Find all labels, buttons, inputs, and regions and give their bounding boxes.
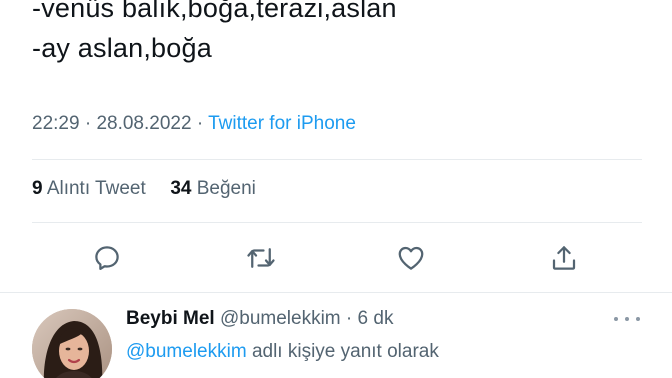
tweet-line-1: -venüs balık,boğa,terazi,aslan <box>32 0 397 23</box>
tweet-detail-view: -venüs balık,boğa,terazi,aslan -ay aslan… <box>0 0 672 378</box>
reply-tweet[interactable]: Beybi Mel @bumelekkim · 6 dk @bumelekkim… <box>0 293 672 378</box>
tweet-time: 22:29 <box>32 113 80 134</box>
reply-separator: · <box>345 308 353 329</box>
share-button[interactable] <box>546 240 582 276</box>
tweet-line-2: -ay aslan,boğa <box>32 33 212 63</box>
more-options-button[interactable] <box>614 311 640 327</box>
divider <box>32 222 642 223</box>
reply-icon <box>95 246 119 270</box>
replying-to: @bumelekkim adlı kişiye yanıt olarak <box>126 341 439 363</box>
quote-tweets-link[interactable]: 9 Alıntı Tweet <box>32 178 151 199</box>
retweet-icon <box>247 248 275 268</box>
like-label: Beğeni <box>196 178 256 199</box>
avatar[interactable] <box>32 309 112 378</box>
reply-time[interactable]: 6 dk <box>358 308 394 329</box>
reply-handle[interactable]: @bumelekkim <box>220 308 341 329</box>
divider <box>32 159 642 160</box>
reply-header: Beybi Mel @bumelekkim · 6 dk <box>126 308 393 330</box>
tweet-actions <box>0 240 672 276</box>
quote-count: 9 <box>32 178 43 199</box>
more-dot-icon <box>614 317 618 321</box>
tweet-date[interactable]: 28.08.2022 <box>96 113 191 134</box>
reply-button[interactable] <box>89 240 125 276</box>
reply-display-name[interactable]: Beybi Mel <box>126 308 215 329</box>
quote-label: Alıntı Tweet <box>46 178 146 199</box>
retweet-button[interactable] <box>243 240 279 276</box>
share-icon <box>552 246 576 270</box>
like-count: 34 <box>170 178 192 199</box>
more-dot-icon <box>625 317 629 321</box>
reply-to-text: adlı kişiye yanıt olarak <box>251 341 439 362</box>
tweet-meta: 22:29 · 28.08.2022 · Twitter for iPhone <box>32 113 356 135</box>
avatar-photo-icon <box>32 309 112 378</box>
more-dot-icon <box>636 317 640 321</box>
tweet-text: -venüs balık,boğa,terazi,aslan -ay aslan… <box>32 0 652 68</box>
like-icon <box>398 246 424 270</box>
likes-link[interactable]: 34 Beğeni <box>170 178 256 199</box>
reply-to-mention[interactable]: @bumelekkim <box>126 341 247 362</box>
tweet-source-link[interactable]: Twitter for iPhone <box>208 113 356 134</box>
like-button[interactable] <box>393 240 429 276</box>
tweet-stats: 9 Alıntı Tweet 34 Beğeni <box>32 178 256 200</box>
